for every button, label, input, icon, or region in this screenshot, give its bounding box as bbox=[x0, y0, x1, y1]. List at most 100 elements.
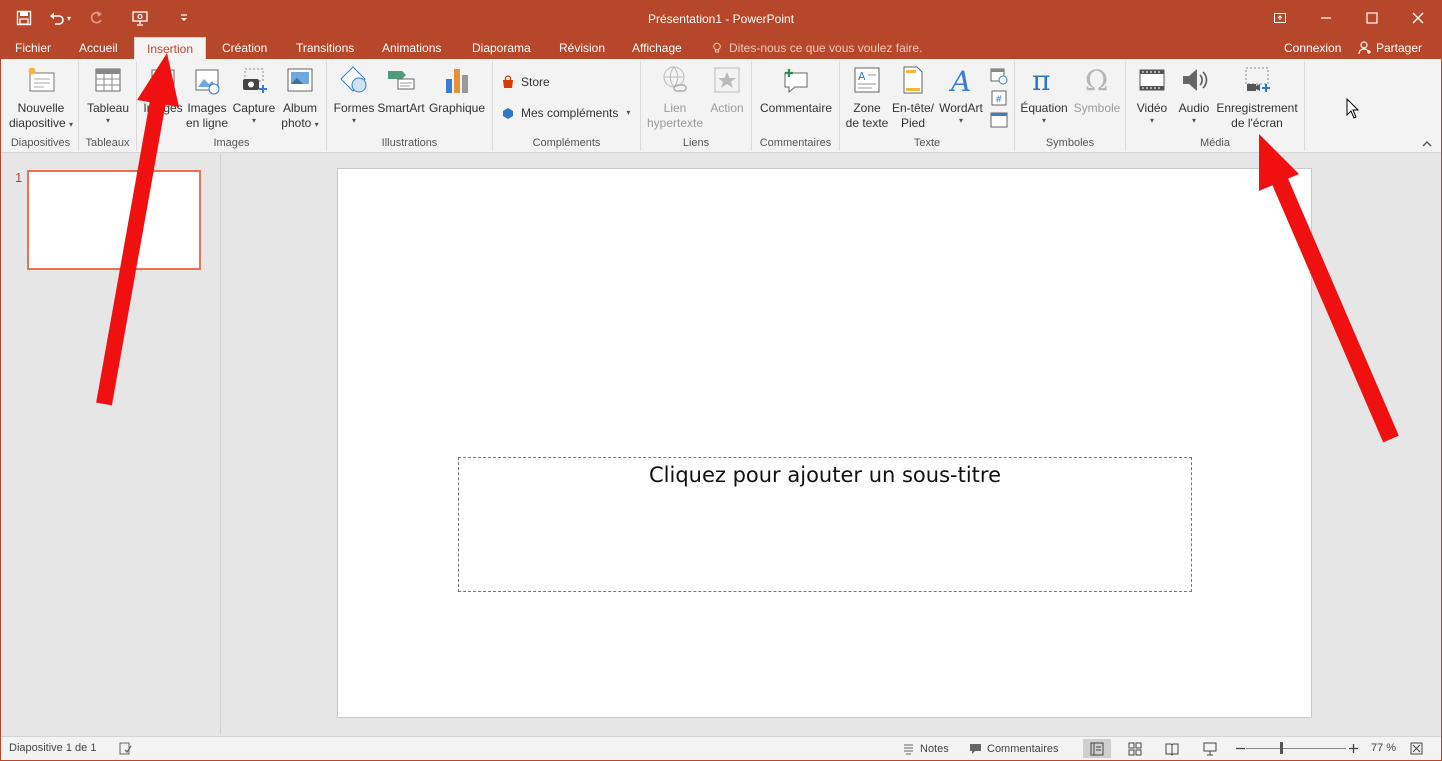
new-slide-label: Nouvelle bbox=[17, 101, 65, 115]
shapes-button[interactable]: Formes ▾ bbox=[331, 63, 377, 126]
chart-button[interactable]: Graphique bbox=[427, 63, 487, 116]
audio-button[interactable]: Audio ▾ bbox=[1174, 63, 1214, 126]
wordart-icon: A bbox=[948, 65, 971, 95]
notes-button[interactable]: Notes bbox=[902, 742, 949, 755]
tab-affichage[interactable]: Affichage bbox=[630, 37, 684, 59]
new-slide-icon bbox=[28, 67, 55, 92]
object-icon[interactable] bbox=[990, 111, 1008, 129]
group-liens: Lien hypertexte Action Liens bbox=[641, 61, 752, 151]
speaker-icon bbox=[1183, 69, 1208, 91]
undo-icon[interactable]: ▾ bbox=[43, 7, 77, 29]
table-icon bbox=[95, 68, 121, 92]
lightbulb-icon bbox=[713, 42, 721, 53]
tab-revision[interactable]: Révision bbox=[557, 37, 607, 59]
normal-view-icon[interactable] bbox=[1083, 739, 1111, 758]
new-slide-button[interactable]: Nouvelle diapositive ▾ bbox=[7, 63, 75, 131]
group-label-diapositives: Diapositives bbox=[10, 137, 71, 149]
hyperlink-label: Lien bbox=[663, 101, 687, 115]
smartart-label: SmartArt bbox=[377, 101, 425, 115]
signin-label: Connexion bbox=[1284, 41, 1342, 55]
subtitle-placeholder[interactable]: Cliquez pour ajouter un sous-titre bbox=[458, 457, 1192, 592]
pictures-button[interactable]: Images bbox=[141, 63, 185, 116]
minimize-icon[interactable] bbox=[1303, 1, 1349, 35]
signin-link[interactable]: Connexion bbox=[1284, 37, 1341, 59]
slideshow-view-icon[interactable] bbox=[1196, 739, 1224, 758]
collapse-ribbon-icon[interactable] bbox=[1421, 138, 1433, 148]
close-icon[interactable] bbox=[1395, 1, 1441, 35]
redo-icon[interactable] bbox=[81, 7, 111, 29]
maximize-icon[interactable] bbox=[1349, 1, 1395, 35]
smartart-button[interactable]: SmartArt bbox=[375, 63, 427, 116]
subtitle-placeholder-text: Cliquez pour ajouter un sous-titre bbox=[648, 463, 1002, 487]
header-footer-icon bbox=[903, 66, 923, 94]
zoom-level[interactable]: 77 % bbox=[1371, 742, 1396, 754]
save-icon[interactable] bbox=[9, 7, 39, 29]
text-box-button[interactable]: A Zone de texte bbox=[842, 63, 892, 131]
svg-text:A: A bbox=[858, 70, 866, 83]
tab-animations[interactable]: Animations bbox=[380, 37, 443, 59]
header-footer-label-2: Pied bbox=[900, 116, 926, 130]
spell-check-icon[interactable] bbox=[119, 742, 132, 755]
svg-text:#: # bbox=[995, 95, 1003, 105]
photo-album-label: Album bbox=[282, 101, 317, 115]
reading-view-icon[interactable] bbox=[1158, 739, 1186, 758]
window-controls bbox=[1257, 1, 1441, 35]
group-tableaux: Tableau ▾ Tableaux bbox=[79, 61, 137, 151]
slide-thumbnail[interactable] bbox=[27, 170, 201, 270]
group-texte: A Zone de texte En-tête/ Pied A WordArt … bbox=[840, 61, 1015, 151]
ribbon-display-options-icon[interactable] bbox=[1257, 1, 1303, 35]
customize-qat-icon[interactable] bbox=[169, 7, 199, 29]
hyperlink-button[interactable]: Lien hypertexte bbox=[645, 63, 705, 131]
audio-label: Audio bbox=[1178, 101, 1210, 115]
slide-sorter-icon[interactable] bbox=[1121, 739, 1149, 758]
group-diapositives: Nouvelle diapositive ▾ Diapositives bbox=[3, 61, 79, 151]
tab-insertion[interactable]: Insertion bbox=[134, 37, 207, 59]
action-button[interactable]: Action bbox=[705, 63, 749, 116]
present-from-start-icon[interactable] bbox=[125, 7, 155, 29]
group-label-media: Média bbox=[1200, 137, 1230, 149]
slide-info-text: Diapositive 1 de 1 bbox=[9, 742, 97, 754]
quick-access-toolbar: ▾ bbox=[9, 7, 199, 29]
group-symboles: π Équation ▾ Ω Symbole Symboles bbox=[1015, 61, 1126, 151]
screen-recording-button[interactable]: Enregistrement de l'écran bbox=[1214, 63, 1300, 131]
online-pictures-button[interactable]: Images en ligne bbox=[183, 63, 231, 131]
new-slide-label-2: diapositive bbox=[8, 116, 66, 130]
group-label-symboles: Symboles bbox=[1045, 137, 1095, 149]
powerpoint-window: ▾ Présentation1 - PowerPoint Fichier Acc… bbox=[0, 0, 1442, 761]
new-comment-button[interactable]: Commentaire bbox=[756, 63, 836, 116]
tab-accueil[interactable]: Accueil bbox=[77, 37, 120, 59]
symbol-button[interactable]: Ω Symbole bbox=[1071, 63, 1123, 116]
tab-transitions[interactable]: Transitions bbox=[294, 37, 356, 59]
photo-album-button[interactable]: Album photo ▾ bbox=[277, 63, 323, 131]
tab-diaporama[interactable]: Diaporama bbox=[470, 37, 533, 59]
equation-button[interactable]: π Équation ▾ bbox=[1017, 63, 1071, 126]
video-label: Vidéo bbox=[1136, 101, 1168, 115]
comments-button[interactable]: Commentaires bbox=[969, 742, 1059, 755]
video-button[interactable]: Vidéo ▾ bbox=[1132, 63, 1172, 126]
tab-creation[interactable]: Création bbox=[220, 37, 269, 59]
zoom-slider-track[interactable] bbox=[1246, 748, 1346, 749]
date-time-icon[interactable] bbox=[990, 67, 1008, 85]
zoom-slider-thumb[interactable] bbox=[1280, 742, 1283, 754]
fit-slide-icon[interactable] bbox=[1410, 742, 1423, 755]
action-star-icon bbox=[714, 67, 740, 93]
wordart-button[interactable]: A WordArt ▾ bbox=[936, 63, 986, 126]
table-button[interactable]: Tableau ▾ bbox=[83, 63, 133, 126]
slide-number-icon[interactable]: # bbox=[990, 89, 1008, 107]
store-button[interactable]: Store bbox=[501, 75, 550, 89]
slide-canvas[interactable]: Cliquez pour ajouter un sous-titre bbox=[337, 168, 1312, 718]
status-bar: Diapositive 1 de 1 Notes Commentaires 77 bbox=[1, 736, 1441, 760]
window-title: Présentation1 - PowerPoint bbox=[647, 12, 795, 26]
tell-me-box[interactable]: Dites-nous ce que vous voulez faire. bbox=[711, 37, 922, 59]
person-icon bbox=[1358, 41, 1371, 55]
header-footer-button[interactable]: En-tête/ Pied bbox=[890, 63, 936, 131]
film-icon bbox=[1139, 69, 1165, 91]
screenshot-button[interactable]: Capture ▾ bbox=[231, 63, 277, 126]
text-box-label-2: de texte bbox=[845, 116, 889, 130]
group-label-texte: Texte bbox=[913, 137, 941, 149]
online-pictures-label: Images bbox=[187, 101, 227, 115]
share-button[interactable]: Partager bbox=[1358, 37, 1422, 59]
tab-fichier[interactable]: Fichier bbox=[13, 37, 53, 59]
my-addins-button[interactable]: Mes compléments ▾ bbox=[501, 106, 630, 120]
zoom-in-icon[interactable] bbox=[1347, 742, 1360, 755]
